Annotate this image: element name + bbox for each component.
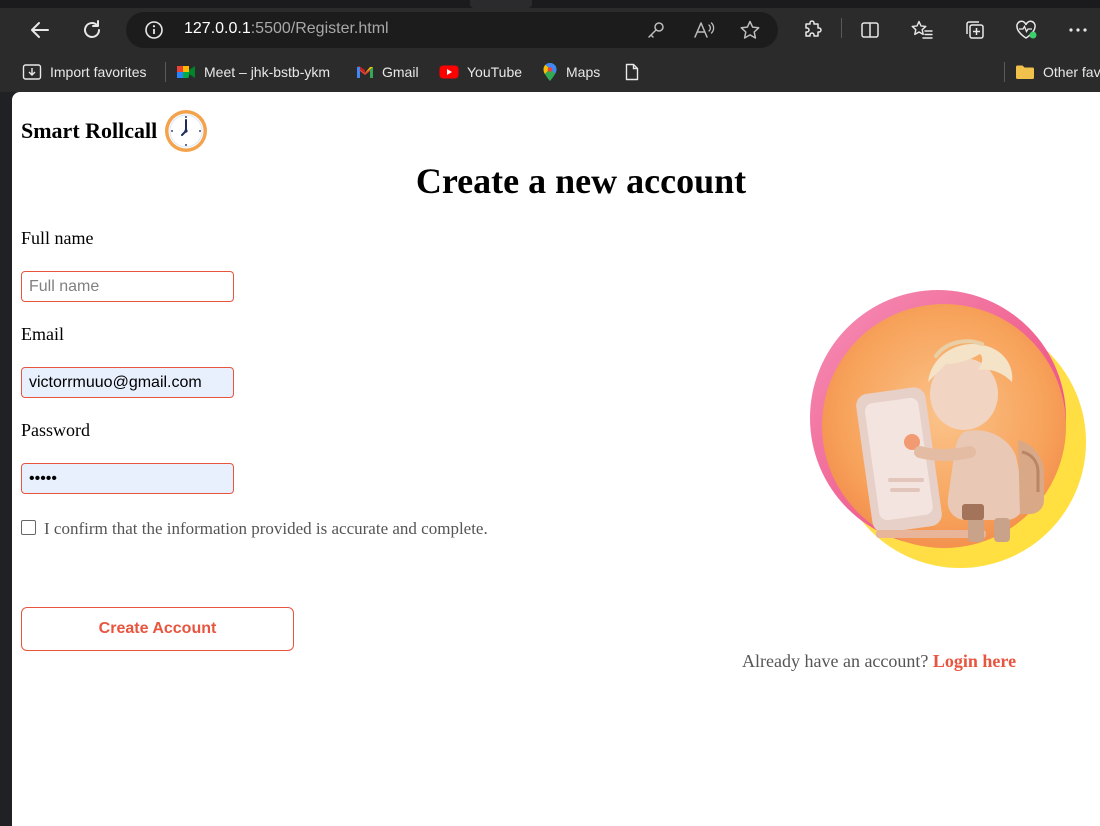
star-icon: [740, 20, 760, 39]
bookmark-label: YouTube: [467, 64, 523, 80]
folder-icon: [1016, 65, 1034, 79]
full-name-label: Full name: [21, 228, 94, 248]
split-screen-icon: [861, 22, 879, 38]
puzzle-icon: [805, 20, 822, 37]
split-screen-button[interactable]: [854, 14, 886, 46]
brand: Smart Rollcall: [21, 108, 209, 154]
collections-icon: [966, 21, 984, 39]
toolbar-divider: [841, 18, 842, 38]
tab-strip: [0, 0, 1100, 8]
bookmark-meet[interactable]: Meet – jhk-bstb-ykm: [176, 62, 330, 82]
create-account-button[interactable]: Create Account: [21, 607, 294, 651]
confirm-text: I confirm that the information provided …: [44, 519, 488, 538]
password-label: Password: [21, 420, 91, 440]
login-prompt: Already have an account? Login here: [742, 651, 1016, 672]
page-icon: [625, 63, 639, 81]
collections-button[interactable]: [959, 14, 991, 46]
illustration-image: [810, 290, 1086, 568]
email-label: Email: [21, 324, 64, 344]
back-arrow-icon: [31, 22, 49, 38]
bookmark-maps[interactable]: Maps: [542, 62, 600, 82]
bookmark-youtube[interactable]: YouTube: [439, 62, 522, 82]
bookmark-other-favorites[interactable]: Other fav: [1015, 62, 1100, 82]
read-aloud-button[interactable]: [692, 18, 716, 42]
refresh-button[interactable]: [76, 14, 108, 46]
gmail-icon: [357, 66, 373, 78]
bookmark-gmail[interactable]: Gmail: [356, 62, 419, 82]
bookmark-import-favorites[interactable]: Import favorites: [22, 62, 146, 82]
youtube-icon: [439, 65, 459, 79]
read-aloud-icon: [694, 22, 715, 38]
bookmark-label: Maps: [566, 64, 601, 80]
web-page: Smart Rollcall Create a new account Full…: [12, 92, 1100, 826]
extensions-button[interactable]: [797, 14, 829, 46]
back-button[interactable]: [24, 14, 56, 46]
bookmark-label: Meet – jhk-bstb-ykm: [204, 64, 331, 80]
bookmark-label: Other fav: [1043, 64, 1100, 80]
favorite-star-button[interactable]: [738, 18, 762, 42]
more-dots-icon: [1069, 28, 1087, 32]
key-icon: [648, 22, 664, 38]
full-name-input[interactable]: [21, 271, 234, 302]
bookmarks-bar: Import favorites Meet – jhk-bstb-ykm Gma…: [0, 52, 1100, 92]
favorites-list-icon: [911, 20, 933, 39]
active-tab[interactable]: [470, 0, 532, 8]
email-input[interactable]: [21, 367, 234, 398]
login-link[interactable]: Login here: [933, 651, 1016, 671]
bookmark-page[interactable]: [625, 62, 639, 82]
address-bar[interactable]: 127.0.0.1:5500/Register.html: [126, 12, 778, 48]
bookmark-label: Gmail: [382, 64, 419, 80]
clock-icon: [165, 110, 208, 152]
maps-icon: [543, 62, 557, 81]
bookmark-label: Import favorites: [50, 64, 147, 80]
meet-icon: [177, 66, 195, 78]
refresh-icon: [84, 20, 100, 38]
login-prompt-text: Already have an account?: [742, 651, 929, 671]
heart-pulse-icon: [1016, 20, 1037, 39]
favorites-button[interactable]: [906, 14, 938, 46]
browser-toolbar: 127.0.0.1:5500/Register.html: [0, 8, 1100, 52]
password-key-button[interactable]: [644, 18, 668, 42]
browser-essentials-button[interactable]: [1010, 14, 1042, 46]
url-text: 127.0.0.1:5500/Register.html: [184, 20, 389, 37]
confirm-checkbox[interactable]: [21, 520, 36, 535]
info-icon: [145, 21, 163, 39]
import-icon: [22, 64, 42, 80]
page-title: Create a new account: [415, 161, 747, 201]
password-input[interactable]: [21, 463, 234, 494]
confirm-row: I confirm that the information provided …: [21, 518, 491, 540]
bookmarks-divider: [1004, 62, 1005, 82]
bookmarks-divider: [165, 62, 166, 82]
brand-title: Smart Rollcall: [21, 118, 158, 143]
more-menu-button[interactable]: [1062, 14, 1094, 46]
